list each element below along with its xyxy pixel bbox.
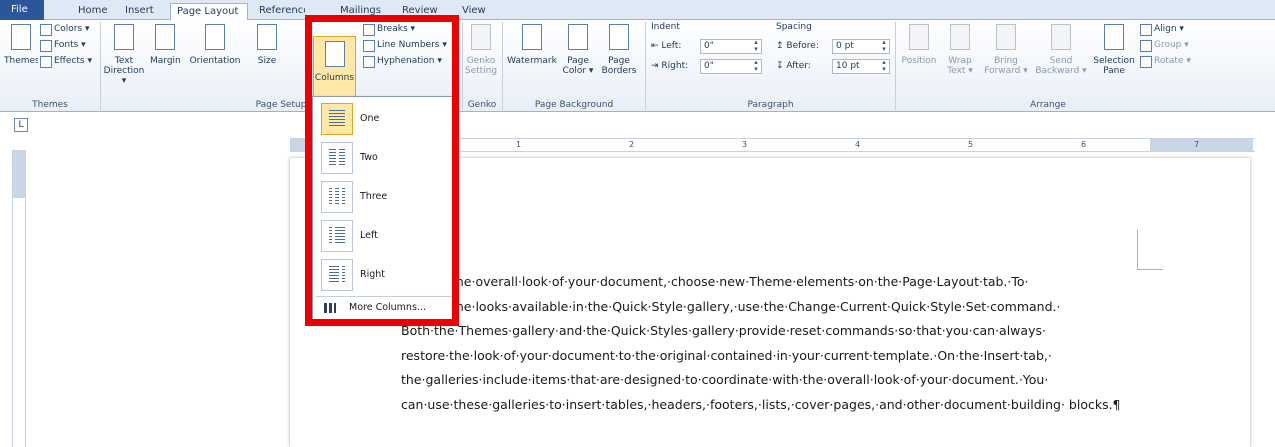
left-columns-icon <box>321 220 353 252</box>
group-label-page-background: Page Background <box>534 100 614 110</box>
breaks-button[interactable]: Breaks ▾ <box>363 22 415 36</box>
group-label-genko: Genko <box>467 100 497 110</box>
genko-setting-button[interactable]: Genko Setting <box>463 24 499 96</box>
vruler-margin-top <box>13 150 25 198</box>
columns-option-two[interactable]: Two <box>316 139 452 177</box>
group-label-paragraph: Paragraph <box>747 100 794 110</box>
ruler-margin-right <box>1150 139 1253 151</box>
orientation-button[interactable]: Orientation <box>180 24 250 96</box>
ruler-number: 5 <box>968 140 974 149</box>
group-separator <box>895 22 896 110</box>
spacing-before-icon: ↥ <box>776 41 787 51</box>
indent-left-spinner[interactable]: ▴ ▾ <box>752 39 760 54</box>
send-backward-button[interactable]: Send Backward ▾ <box>1034 24 1088 96</box>
columns-option-three[interactable]: Three <box>316 178 452 216</box>
rotate-button[interactable]: Rotate ▾ <box>1140 54 1191 68</box>
genko-icon <box>471 24 491 50</box>
margins-button[interactable]: Margins <box>150 24 180 96</box>
watermark-button[interactable]: Watermark <box>506 24 558 96</box>
wrap-text-icon <box>950 24 970 50</box>
columns-button[interactable]: Columns <box>313 36 356 98</box>
group-separator <box>502 22 503 110</box>
three-columns-icon <box>321 181 353 213</box>
columns-icon <box>324 41 345 67</box>
page-color-icon <box>568 24 588 50</box>
group-label-arrange: Arrange <box>1030 100 1066 110</box>
two-columns-icon <box>321 142 353 174</box>
tab-file[interactable]: File <box>0 0 44 20</box>
tab-view[interactable]: View <box>456 3 488 20</box>
indent-left-icon: ⇤ <box>651 41 662 51</box>
line-numbers-button[interactable]: Line Numbers ▾ <box>363 38 447 52</box>
size-button[interactable]: Size <box>252 24 282 96</box>
selection-pane-icon <box>1104 24 1124 50</box>
position-button[interactable]: Position <box>899 24 939 96</box>
ribbon-tabs: File Home Insert Page Layout References … <box>0 0 1275 21</box>
columns-option-one[interactable]: One <box>316 100 452 138</box>
tab-mailings[interactable]: Mailings <box>334 3 392 20</box>
themes-button[interactable]: Themes <box>4 24 38 96</box>
margins-icon <box>155 24 175 50</box>
hyphenation-button[interactable]: Hyphenation ▾ <box>363 54 442 68</box>
group-separator <box>100 22 101 110</box>
document-body-text[interactable]: change·the·overall·look·of·your·document… <box>401 270 1141 417</box>
spacing-after-icon: ↧ <box>776 61 787 71</box>
ruler-number: 6 <box>1081 140 1087 149</box>
tab-insert[interactable]: Insert <box>119 3 161 20</box>
indent-left-label: ⇤ Left: <box>651 41 682 51</box>
ruler-number: 1 <box>516 140 522 149</box>
themes-icon <box>11 24 31 50</box>
ribbon: Themes Colors ▾ Fonts ▾ Effects ▾ Themes… <box>0 20 1275 112</box>
send-backward-icon <box>1051 24 1071 50</box>
spacing-label: Spacing <box>776 22 812 32</box>
bring-forward-icon <box>996 24 1016 50</box>
right-columns-icon <box>321 259 353 291</box>
margin-corner-mark <box>1137 230 1163 270</box>
indent-right-spinner[interactable]: ▴ ▾ <box>752 59 760 74</box>
watermark-icon <box>522 24 542 50</box>
columns-option-left[interactable]: Left <box>316 217 452 255</box>
size-icon <box>257 24 277 50</box>
wrap-text-button[interactable]: Wrap Text ▾ <box>942 24 978 96</box>
vertical-ruler[interactable] <box>12 150 26 447</box>
colors-button[interactable]: Colors ▾ <box>40 22 90 36</box>
ruler-number: 2 <box>629 140 635 149</box>
page-borders-button[interactable]: Page Borders <box>598 24 640 96</box>
group-separator <box>645 22 646 110</box>
tab-page-layout[interactable]: Page Layout <box>170 3 248 21</box>
one-column-icon <box>321 103 353 135</box>
group-button[interactable]: Group ▾ <box>1140 38 1189 52</box>
indent-right-icon: ⇥ <box>651 61 662 71</box>
tab-review[interactable]: Review <box>396 3 440 20</box>
ruler-number: 4 <box>855 140 861 149</box>
tab-references[interactable]: References <box>253 3 305 20</box>
effects-button[interactable]: Effects ▾ <box>40 54 92 68</box>
selection-pane-button[interactable]: Selection Pane <box>1092 24 1136 96</box>
indent-right-label: ⇥ Right: <box>651 61 689 71</box>
spacing-before-label: ↥ Before: <box>776 41 819 51</box>
ruler-number: 7 <box>1194 140 1200 149</box>
group-label-themes: Themes <box>32 100 68 110</box>
ruler-number: 3 <box>742 140 748 149</box>
more-columns-icon <box>324 303 336 313</box>
page-color-button[interactable]: Page Color ▾ <box>560 24 596 96</box>
spacing-after-label: ↧ After: <box>776 61 811 71</box>
orientation-icon <box>205 24 225 50</box>
position-icon <box>909 24 929 50</box>
tab-home[interactable]: Home <box>72 3 114 20</box>
align-button[interactable]: Align ▾ <box>1140 22 1184 36</box>
columns-option-right[interactable]: Right <box>316 256 452 294</box>
bring-forward-button[interactable]: Bring Forward ▾ <box>982 24 1030 96</box>
ruler-tab-selector[interactable]: L <box>14 118 28 132</box>
page-borders-icon <box>609 24 629 50</box>
text-direction-button[interactable]: Text Direction ▾ <box>102 24 146 96</box>
more-columns-option[interactable]: More Columns... <box>316 296 452 318</box>
spacing-before-spinner[interactable]: ▴ ▾ <box>880 39 888 54</box>
fonts-button[interactable]: Fonts ▾ <box>40 38 86 52</box>
text-direction-icon <box>114 24 134 50</box>
spacing-after-spinner[interactable]: ▴ ▾ <box>880 59 888 74</box>
columns-dropdown-menu: One Two Three Left Right More Columns... <box>312 96 454 322</box>
indent-label: Indent <box>651 22 680 32</box>
